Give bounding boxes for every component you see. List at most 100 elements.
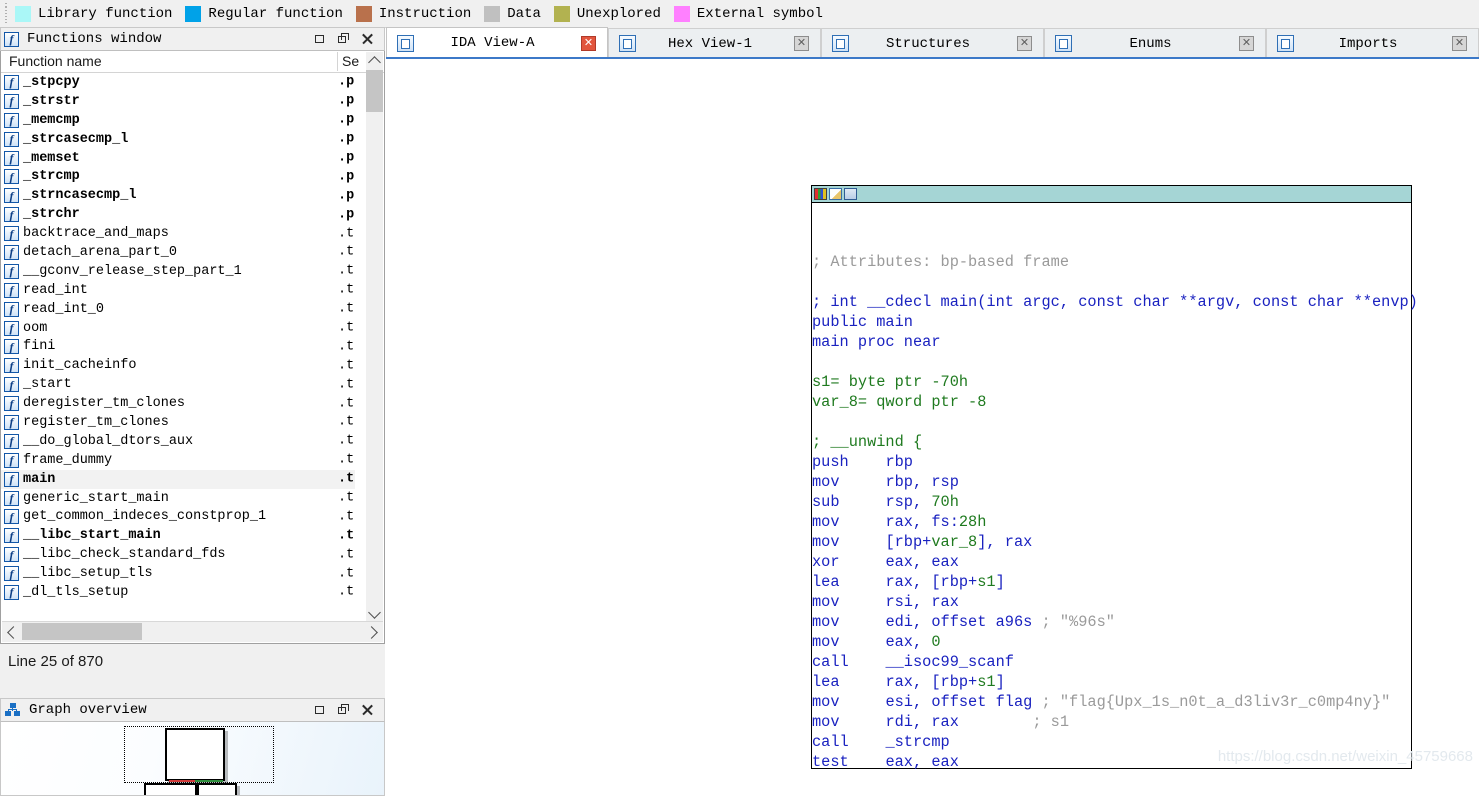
- code-line[interactable]: main proc near: [812, 332, 1410, 352]
- restore-button[interactable]: [338, 703, 351, 717]
- scroll-down-arrow-icon[interactable]: [366, 605, 383, 622]
- code-line[interactable]: push rbp: [812, 452, 1410, 472]
- functions-list-header: Function name Se: [1, 51, 384, 73]
- close-icon[interactable]: ✕: [1017, 36, 1032, 51]
- close-icon[interactable]: ✕: [1452, 36, 1467, 51]
- table-row[interactable]: f deregister_tm_clones .t: [1, 394, 355, 413]
- close-icon[interactable]: ✕: [1239, 36, 1254, 51]
- hscroll-track[interactable]: [22, 622, 363, 642]
- maximize-button[interactable]: [314, 704, 327, 717]
- table-row[interactable]: f get_common_indeces_constprop_1 .t: [1, 507, 355, 526]
- table-row[interactable]: f _stpcpy .p: [1, 73, 355, 92]
- table-row[interactable]: f register_tm_clones .t: [1, 413, 355, 432]
- code-line[interactable]: ; int __cdecl main(int argc, const char …: [812, 292, 1418, 312]
- scroll-left-arrow-icon[interactable]: [2, 622, 22, 642]
- table-row[interactable]: f __do_global_dtors_aux .t: [1, 432, 355, 451]
- code-line[interactable]: [812, 412, 1410, 432]
- tab-imports[interactable]: Imports ✕: [1266, 28, 1479, 58]
- graph-node-left[interactable]: [144, 783, 197, 795]
- table-row[interactable]: f _strchr .p: [1, 205, 355, 224]
- table-row[interactable]: f generic_start_main .t: [1, 489, 355, 508]
- code-line[interactable]: public main: [812, 312, 1410, 332]
- toolbar-grip[interactable]: [2, 2, 11, 25]
- table-row[interactable]: f _strncasecmp_l .p: [1, 186, 355, 205]
- code-line[interactable]: mov eax, 0: [812, 632, 1410, 652]
- tab-ida-view-a[interactable]: IDA View-A ✕: [386, 27, 608, 58]
- table-row[interactable]: f _strstr .p: [1, 92, 355, 111]
- table-row[interactable]: f __gconv_release_step_part_1 .t: [1, 262, 355, 281]
- code-line[interactable]: mov rdi, rax ; s1: [812, 712, 1410, 732]
- table-row[interactable]: f main .t: [1, 469, 355, 489]
- code-line[interactable]: [812, 352, 1410, 372]
- code-line[interactable]: lea rax, [rbp+s1]: [812, 672, 1410, 692]
- table-row[interactable]: f read_int .t: [1, 281, 355, 300]
- code-token: __isoc99_scanf: [885, 653, 1014, 671]
- code-line[interactable]: mov esi, offset flag ; "flag{Upx_1s_n0t_…: [812, 692, 1410, 712]
- code-line[interactable]: ; __unwind {: [812, 432, 1410, 452]
- graph-icon[interactable]: [844, 188, 857, 200]
- tab-structures[interactable]: Structures ✕: [821, 28, 1044, 58]
- table-row[interactable]: f _strcasecmp_l .p: [1, 130, 355, 149]
- table-row[interactable]: f _memset .p: [1, 149, 355, 168]
- code-line[interactable]: lea rax, [rbp+s1]: [812, 572, 1410, 592]
- code-line[interactable]: s1= byte ptr -70h: [812, 372, 1410, 392]
- close-icon[interactable]: ✕: [581, 35, 596, 51]
- code-line[interactable]: xor eax, eax: [812, 552, 1410, 572]
- disassembly-basic-block[interactable]: ; Attributes: bp-based frame ; int __cde…: [811, 185, 1418, 769]
- functions-list-hscrollbar[interactable]: [2, 621, 383, 642]
- table-row[interactable]: f __libc_check_standard_fds .t: [1, 545, 355, 564]
- functions-list-vscrollbar[interactable]: [366, 52, 383, 622]
- table-row[interactable]: f init_cacheinfo .t: [1, 356, 355, 375]
- function-icon: f: [4, 547, 19, 563]
- table-row[interactable]: f detach_arena_part_0 .t: [1, 243, 355, 262]
- graph-node-right[interactable]: [197, 783, 237, 795]
- table-row[interactable]: f _dl_tls_setup .t: [1, 583, 355, 602]
- ida-view-a-graph-canvas[interactable]: ; Attributes: bp-based frame ; int __cde…: [386, 59, 1479, 769]
- code-line[interactable]: mov rsi, rax: [812, 592, 1410, 612]
- code-line[interactable]: call __isoc99_scanf: [812, 652, 1410, 672]
- code-token: mov: [812, 473, 886, 491]
- colors-icon[interactable]: [814, 188, 827, 200]
- close-button[interactable]: [362, 704, 375, 717]
- code-line[interactable]: mov rbp, rsp: [812, 472, 1410, 492]
- code-line[interactable]: mov edi, offset a96s ; "%96s": [812, 612, 1410, 632]
- code-line[interactable]: mov rax, fs:28h: [812, 512, 1410, 532]
- column-header-function-name[interactable]: Function name: [9, 53, 102, 69]
- close-button[interactable]: [362, 33, 375, 46]
- graph-overview-canvas[interactable]: [0, 722, 385, 796]
- code-line[interactable]: ; Attributes: bp-based frame: [812, 252, 1410, 272]
- hscroll-thumb[interactable]: [22, 623, 142, 640]
- segment-cell: .t: [338, 226, 355, 242]
- table-row[interactable]: f frame_dummy .t: [1, 451, 355, 470]
- rename-icon[interactable]: [829, 188, 842, 200]
- code-line[interactable]: [812, 272, 1410, 292]
- maximize-button[interactable]: [314, 33, 327, 46]
- table-row[interactable]: f _start .t: [1, 375, 355, 394]
- tab-hex-view-1[interactable]: Hex View-1 ✕: [608, 28, 821, 58]
- table-row[interactable]: f fini .t: [1, 337, 355, 356]
- table-row[interactable]: f _strcmp .p: [1, 167, 355, 186]
- function-name-cell: backtrace_and_maps: [23, 226, 169, 242]
- view-tab-bar[interactable]: IDA View-A ✕ Hex View-1 ✕ Structures ✕ Enums ✕ I…: [386, 27, 1479, 58]
- code-token: mov: [812, 533, 886, 551]
- table-row[interactable]: f oom .t: [1, 319, 355, 338]
- table-row[interactable]: f __libc_start_main .t: [1, 526, 355, 545]
- vscroll-thumb[interactable]: [366, 70, 383, 112]
- scroll-right-arrow-icon[interactable]: [363, 622, 383, 642]
- table-row[interactable]: f backtrace_and_maps .t: [1, 224, 355, 243]
- code-line[interactable]: var_8= qword ptr -8: [812, 392, 1410, 412]
- disassembly-code[interactable]: ; Attributes: bp-based frame ; int __cde…: [812, 204, 1418, 769]
- restore-button[interactable]: [338, 32, 351, 46]
- functions-list[interactable]: f _stpcpy .p f _strstr .p f _memcmp .p f _strcasec…: [1, 73, 355, 621]
- close-icon[interactable]: ✕: [794, 36, 809, 51]
- column-header-segment[interactable]: Se: [342, 53, 359, 69]
- scroll-up-arrow-icon[interactable]: [366, 52, 383, 69]
- tab-enums[interactable]: Enums ✕: [1044, 28, 1266, 58]
- table-row[interactable]: f __libc_setup_tls .t: [1, 564, 355, 583]
- column-divider[interactable]: [337, 52, 338, 71]
- table-row[interactable]: f _memcmp .p: [1, 111, 355, 130]
- table-row[interactable]: f read_int_0 .t: [1, 300, 355, 319]
- code-line[interactable]: sub rsp, 70h: [812, 492, 1410, 512]
- code-line[interactable]: mov [rbp+var_8], rax: [812, 532, 1410, 552]
- graph-node-main[interactable]: [165, 728, 225, 781]
